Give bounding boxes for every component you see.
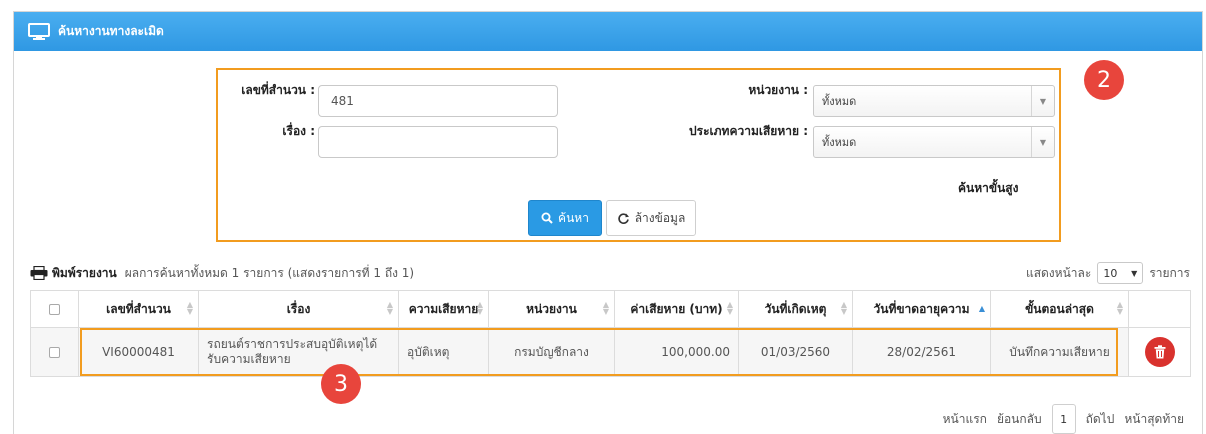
table-row[interactable]: VI60000481 รถยนต์ราชการประสบอุบัติเหตุได…	[30, 327, 1191, 377]
search-panel: ค้นหางานทางละเมิด เลขที่สำนวน : เรื่อง :…	[13, 11, 1203, 434]
per-page-label: แสดงหน้าละ	[1025, 265, 1092, 280]
results-table: เลขที่สำนวน ▲ ▼ เรื่อง ▲ ▼ ความเสียหาย ▲ ▼ หน่…	[30, 290, 1191, 377]
pager-prev[interactable]: ย้อนกลับ	[997, 410, 1042, 429]
cell-actions	[1128, 327, 1191, 377]
cell-incident-date: 01/03/2560	[738, 327, 853, 377]
row-checkbox-cell[interactable]	[30, 327, 79, 377]
pager-next[interactable]: ถัดไป	[1086, 410, 1115, 429]
column-header-latest-step[interactable]: ขั้นตอนล่าสุด ▲ ▼	[990, 290, 1129, 328]
printer-icon	[30, 266, 48, 280]
sort-icon: ▲ ▼	[1116, 300, 1123, 316]
select-all-header[interactable]	[30, 290, 79, 328]
pagination: หน้าแรก ย้อนกลับ 1 ถัดไป หน้าสุดท้าย	[933, 404, 1184, 434]
cell-subject: รถยนต์ราชการประสบอุบัติเหตุได้รับความเสี…	[198, 327, 399, 377]
cell-amount: 100,000.00	[614, 327, 739, 377]
case-no-input[interactable]	[318, 85, 558, 117]
chevron-down-icon: ▼	[1031, 127, 1054, 157]
agency-label: หน่วยงาน :	[748, 83, 808, 97]
result-summary: ผลการค้นหาทั้งหมด 1 รายการ (แสดงรายการที…	[124, 265, 415, 280]
agency-select[interactable]: ทั้งหมด ▼	[813, 85, 1055, 117]
sort-icon: ▲ ▼	[386, 300, 393, 316]
pager-first[interactable]: หน้าแรก	[943, 410, 987, 429]
damage-type-select[interactable]: ทั้งหมด ▼	[813, 126, 1055, 158]
pager-current-page[interactable]: 1	[1051, 404, 1076, 434]
trash-icon	[1154, 345, 1165, 359]
agency-selected-value: ทั้งหมด	[822, 95, 857, 108]
sort-icon: ▲ ▼	[726, 300, 733, 316]
cell-latest-step: บันทึกความเสียหาย	[990, 327, 1129, 377]
panel-header: ค้นหางานทางละเมิด	[14, 12, 1202, 51]
chevron-down-icon: ▼	[1131, 268, 1138, 278]
subject-input[interactable]	[318, 126, 558, 158]
column-header-case-no[interactable]: เลขที่สำนวน ▲ ▼	[78, 290, 199, 328]
cell-expiry-date: 28/02/2561	[852, 327, 991, 377]
results-toolbar: พิมพ์รายงาน ผลการค้นหาทั้งหมด 1 รายการ (…	[30, 261, 1190, 285]
search-criteria-box: เลขที่สำนวน : เรื่อง : หน่วยงาน : ทั้งหม…	[216, 68, 1061, 242]
column-header-amount[interactable]: ค่าเสียหาย (บาท) ▲ ▼	[614, 290, 739, 328]
cell-case-no: VI60000481	[78, 327, 199, 377]
search-button-label: ค้นหา	[558, 210, 589, 225]
column-header-agency[interactable]: หน่วยงาน ▲ ▼	[488, 290, 615, 328]
panel-title: ค้นหางานทางละเมิด	[58, 24, 164, 38]
pager-last[interactable]: หน้าสุดท้าย	[1124, 410, 1184, 429]
clear-button-label: ล้างข้อมูล	[634, 210, 686, 225]
sort-icon: ▲ ▼	[186, 300, 193, 316]
sort-icon: ▲ ▼	[602, 300, 609, 316]
monitor-icon	[28, 22, 50, 40]
per-page-unit: รายการ	[1149, 265, 1190, 280]
damage-type-selected-value: ทั้งหมด	[822, 136, 857, 149]
case-no-label: เลขที่สำนวน :	[241, 83, 315, 97]
column-header-expiry-date[interactable]: วันที่ขาดอายุความ ▲	[852, 290, 991, 328]
column-header-actions	[1128, 290, 1191, 328]
search-icon	[541, 212, 553, 224]
chevron-down-icon: ▼	[1031, 86, 1054, 116]
per-page-select[interactable]: 10 ▼	[1097, 262, 1144, 284]
print-report-label: พิมพ์รายงาน	[52, 265, 117, 280]
table-header-row: เลขที่สำนวน ▲ ▼ เรื่อง ▲ ▼ ความเสียหาย ▲ ▼ หน่…	[30, 290, 1191, 328]
sort-ascending-icon: ▲	[978, 304, 985, 313]
subject-label: เรื่อง :	[282, 124, 315, 138]
column-header-incident-date[interactable]: วันที่เกิดเหตุ ▲ ▼	[738, 290, 853, 328]
clear-button[interactable]: ล้างข้อมูล	[606, 200, 696, 236]
column-header-damage[interactable]: ความเสียหาย ▲ ▼	[398, 290, 489, 328]
select-all-checkbox[interactable]	[49, 303, 60, 315]
callout-badge-3: 3	[321, 364, 361, 404]
print-report-link[interactable]: พิมพ์รายงาน	[30, 264, 117, 283]
search-button[interactable]: ค้นหา	[528, 200, 602, 236]
cell-agency: กรมบัญชีกลาง	[488, 327, 615, 377]
delete-button[interactable]	[1144, 337, 1175, 367]
per-page-control: แสดงหน้าละ 10 ▼ รายการ	[1026, 262, 1190, 284]
advanced-search-link[interactable]: ค้นหาขั้นสูง	[958, 179, 1018, 198]
cell-damage: อุบัติเหตุ	[398, 327, 489, 377]
damage-type-label: ประเภทความเสียหาย :	[689, 124, 808, 138]
callout-badge-2: 2	[1084, 60, 1124, 100]
per-page-value: 10	[1103, 266, 1118, 280]
sort-icon: ▲ ▼	[840, 300, 847, 316]
row-checkbox[interactable]	[49, 346, 60, 358]
refresh-icon	[617, 212, 629, 224]
sort-icon: ▲ ▼	[476, 300, 483, 316]
column-header-subject[interactable]: เรื่อง ▲ ▼	[198, 290, 399, 328]
